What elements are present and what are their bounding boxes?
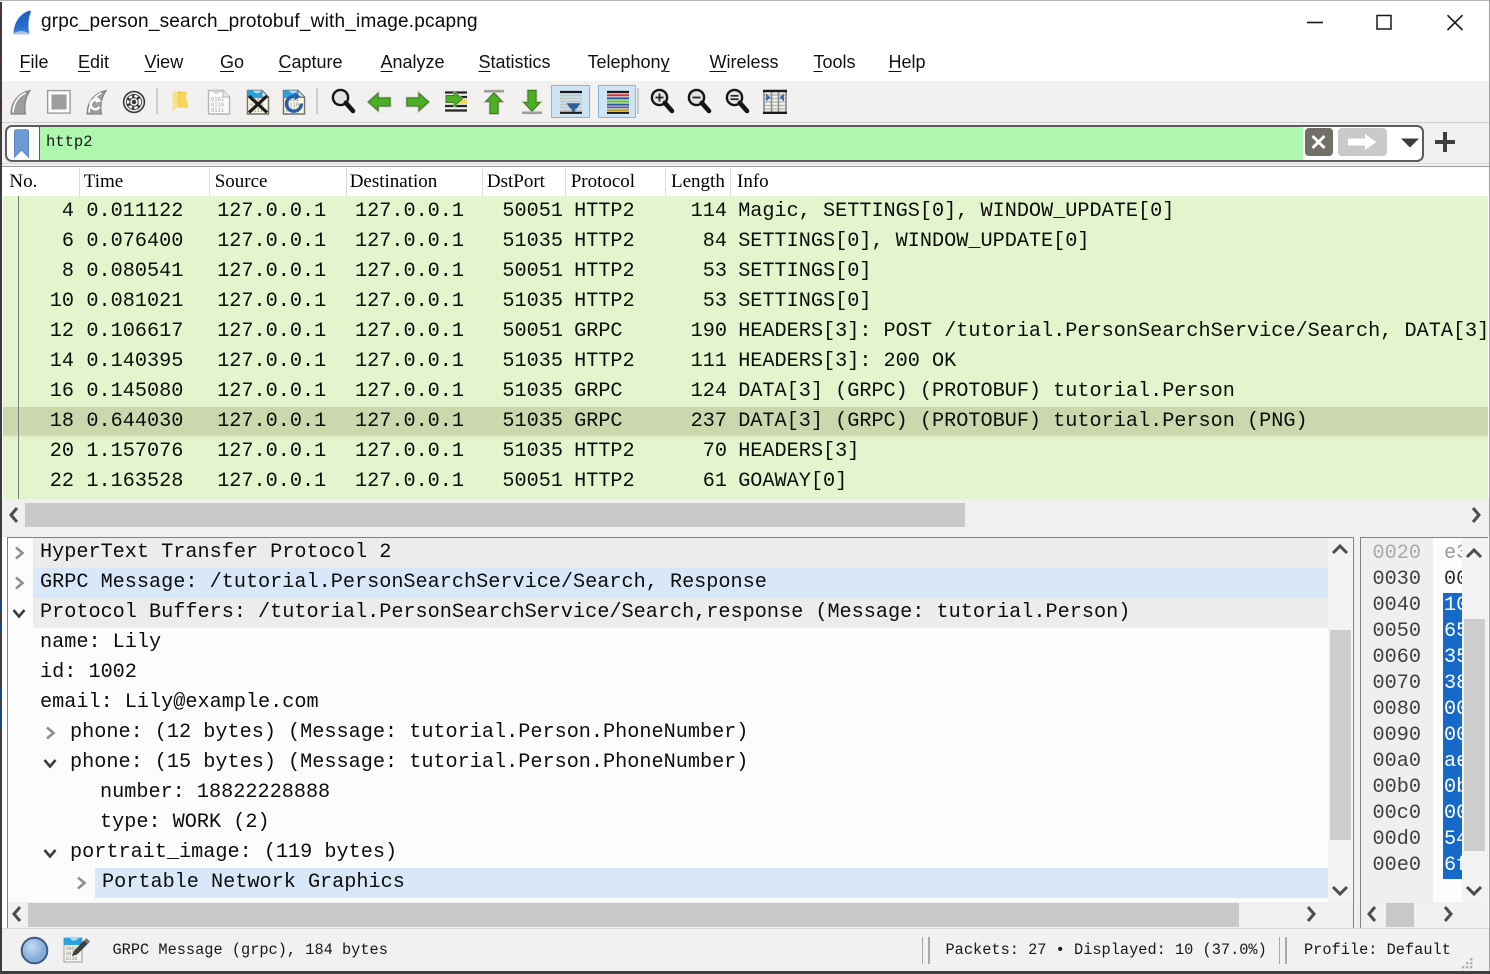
svg-text:0110: 0110 (66, 956, 77, 962)
svg-text:0111: 0111 (211, 108, 224, 114)
